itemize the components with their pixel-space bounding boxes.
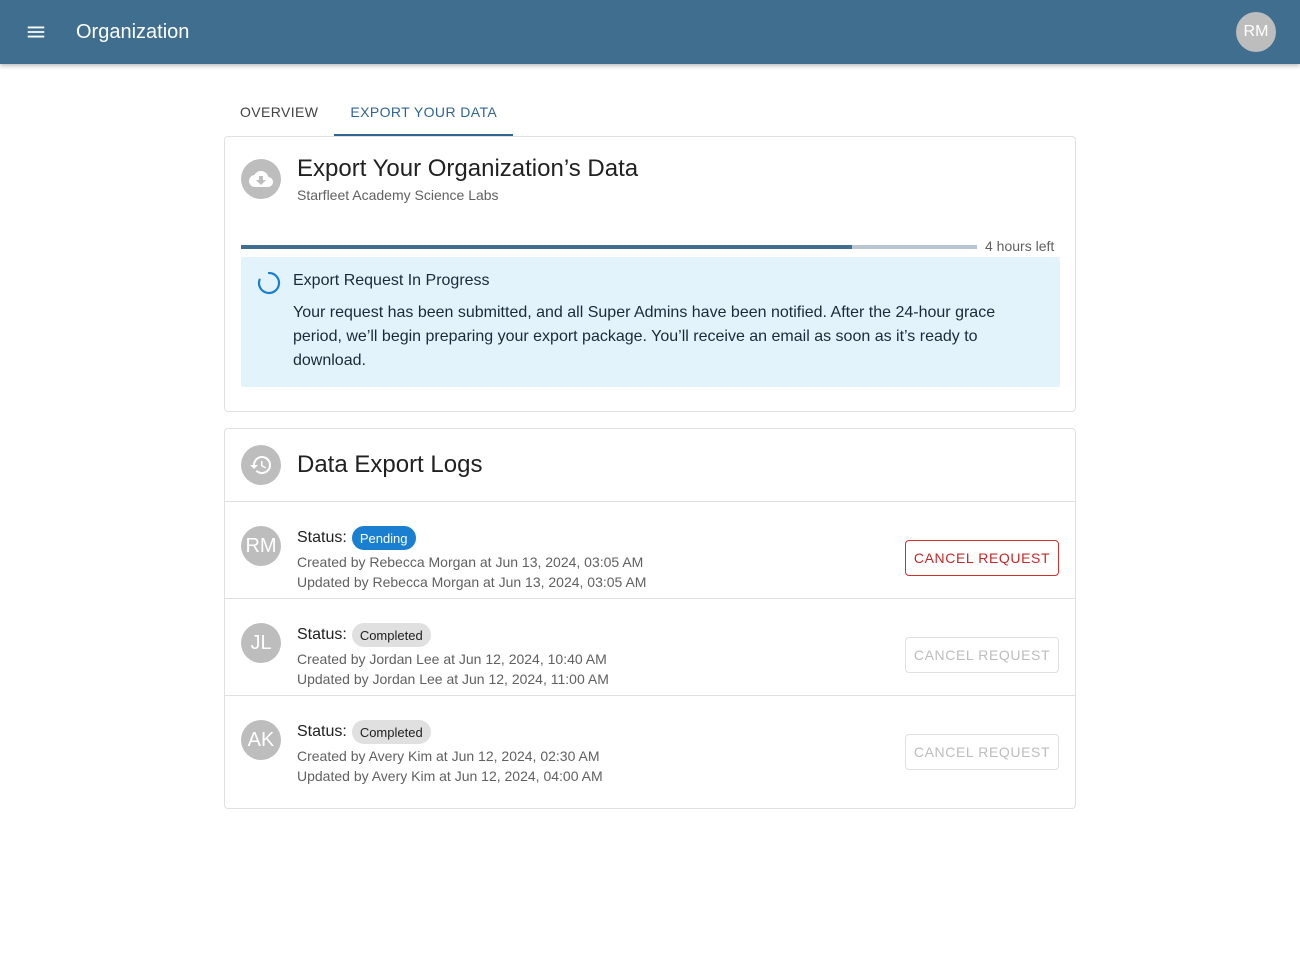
logs-card: Data Export Logs RM Status: Pending Crea… bbox=[224, 428, 1076, 809]
avatar: RM bbox=[241, 526, 281, 566]
spinner-icon bbox=[257, 271, 281, 295]
progress-time-left: 4 hours left bbox=[985, 238, 1055, 254]
app-bar: Organization RM bbox=[0, 0, 1300, 64]
tab-export-your-data[interactable]: EXPORT YOUR DATA bbox=[334, 88, 513, 136]
status-line: Status: Completed bbox=[297, 720, 431, 744]
user-avatar[interactable]: RM bbox=[1236, 12, 1276, 52]
alert-title: Export Request In Progress bbox=[293, 272, 490, 289]
app-title: Organization bbox=[76, 20, 190, 43]
export-progress-bar bbox=[241, 245, 977, 249]
updated-info: Updated by Rebecca Morgan at Jun 13, 202… bbox=[297, 574, 647, 590]
status-label: Status: bbox=[297, 626, 347, 643]
status-badge: Completed bbox=[351, 720, 431, 744]
logs-header: Data Export Logs bbox=[225, 429, 1075, 502]
export-progress-fill bbox=[241, 245, 852, 249]
history-icon bbox=[241, 445, 281, 485]
log-row: RM Status: Pending Created by Rebecca Mo… bbox=[225, 502, 1075, 599]
updated-info: Updated by Jordan Lee at Jun 12, 2024, 1… bbox=[297, 671, 609, 687]
created-info: Created by Avery Kim at Jun 12, 2024, 02… bbox=[297, 748, 600, 764]
export-in-progress-alert: Export Request In Progress Your request … bbox=[241, 257, 1060, 387]
status-label: Status: bbox=[297, 529, 347, 546]
alert-body: Your request has been submitted, and all… bbox=[293, 304, 996, 369]
status-line: Status: Completed bbox=[297, 623, 431, 647]
avatar: AK bbox=[241, 720, 281, 760]
status-badge: Pending bbox=[351, 526, 416, 550]
cloud-download-icon bbox=[241, 159, 281, 199]
status-line: Status: Pending bbox=[297, 526, 416, 550]
tab-overview[interactable]: OVERVIEW bbox=[224, 88, 334, 136]
cancel-request-button[interactable]: CANCEL REQUEST bbox=[905, 540, 1059, 576]
log-row: JL Status: Completed Created by Jordan L… bbox=[225, 599, 1075, 696]
export-card-title: Export Your Organization’s Data bbox=[297, 155, 639, 182]
created-info: Created by Jordan Lee at Jun 12, 2024, 1… bbox=[297, 651, 607, 667]
export-card: Export Your Organization’s Data Starflee… bbox=[224, 136, 1076, 412]
cancel-request-button: CANCEL REQUEST bbox=[905, 637, 1059, 673]
updated-info: Updated by Avery Kim at Jun 12, 2024, 04… bbox=[297, 768, 603, 784]
export-card-subtitle: Starfleet Academy Science Labs bbox=[297, 187, 499, 203]
cancel-request-button: CANCEL REQUEST bbox=[905, 734, 1059, 770]
logs-title: Data Export Logs bbox=[297, 451, 483, 478]
avatar: JL bbox=[241, 623, 281, 663]
created-info: Created by Rebecca Morgan at Jun 13, 202… bbox=[297, 554, 644, 570]
status-badge: Completed bbox=[351, 623, 431, 647]
status-label: Status: bbox=[297, 723, 347, 740]
log-row: AK Status: Completed Created by Avery Ki… bbox=[225, 696, 1075, 793]
tab-bar: OVERVIEW EXPORT YOUR DATA bbox=[224, 88, 513, 136]
menu-icon[interactable] bbox=[0, 0, 72, 64]
